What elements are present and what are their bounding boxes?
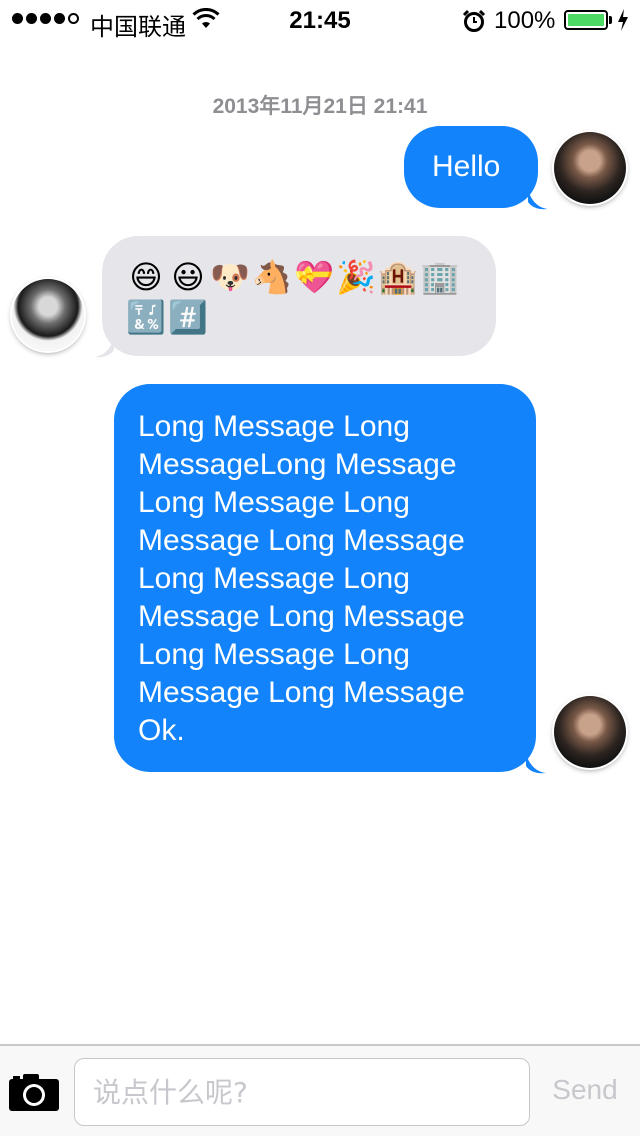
bubble-tail	[528, 188, 548, 210]
emoji-grinning: 😄	[129, 258, 163, 296]
message-bubble-outgoing[interactable]: Hello	[404, 126, 538, 208]
conversation-timestamp: 2013年11月21日 21:41	[212, 95, 428, 118]
battery-level	[568, 14, 604, 26]
avatar-sender[interactable]	[554, 696, 626, 768]
avatar-recipient[interactable]	[12, 279, 84, 351]
alarm-icon	[462, 9, 486, 32]
bubble-tail	[526, 752, 546, 774]
emoji-party-popper: 🎉	[336, 258, 376, 296]
avatar-sender[interactable]	[554, 132, 626, 204]
message-bubble-outgoing[interactable]: Long Message Long MessageLong Message Lo…	[114, 384, 536, 772]
emoji-hotel: 🏨	[378, 258, 418, 296]
emoji-dog: 🐶	[210, 258, 250, 296]
emoji-gift-heart: 💝	[294, 258, 334, 296]
message-text: Hello	[432, 150, 501, 183]
emoji-smiley: 😃	[171, 258, 205, 296]
emoji-horse: 🐴	[252, 258, 292, 296]
emoji-office: 🏢	[420, 258, 460, 296]
message-text: Long Message Long MessageLong Message Lo…	[138, 410, 465, 747]
charging-bolt-icon	[618, 9, 628, 31]
battery-percent: 100%	[494, 7, 556, 34]
emoji-symbols: 🔣	[126, 298, 166, 336]
camera-icon[interactable]	[8, 1072, 60, 1112]
emoji-hash: #️⃣	[168, 298, 208, 336]
message-bubble-incoming[interactable]: 😄 😃 🐶 🐴 💝 🎉 🏨 🏢 🔣 #️⃣	[102, 236, 496, 356]
status-bar: 中国联通 21:45 100%	[0, 0, 640, 41]
battery-icon	[564, 10, 608, 30]
message-input[interactable]	[74, 1058, 530, 1126]
message-input-bar: Send	[0, 1044, 640, 1136]
emoji-row: 😄 😃 🐶 🐴 💝 🎉 🏨 🏢 🔣 #️⃣	[126, 258, 466, 336]
send-button[interactable]: Send	[540, 1066, 630, 1114]
chat-screen: 中国联通 21:45 100% 2013年11月21日 21:41 Hello	[0, 0, 640, 1136]
battery-tip	[609, 16, 612, 24]
